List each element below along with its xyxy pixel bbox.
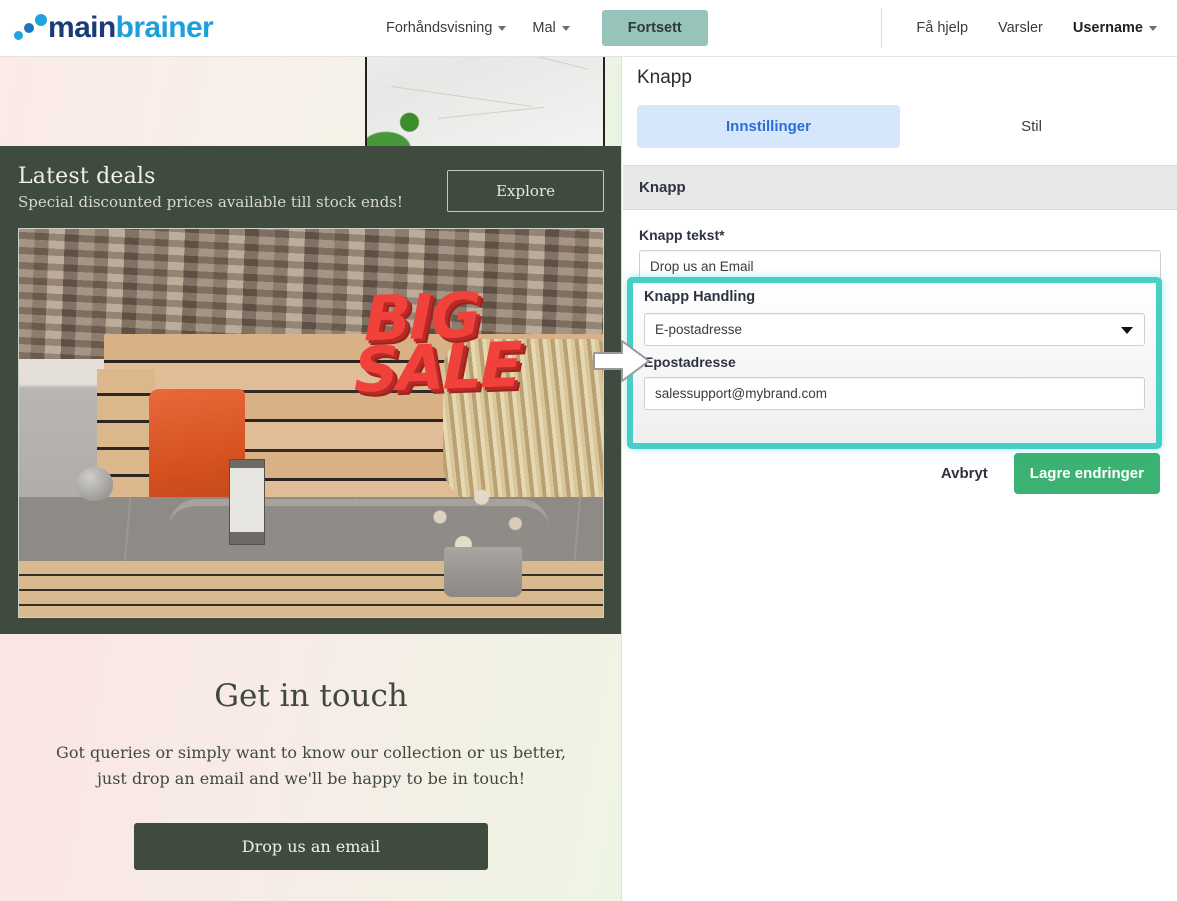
get-in-touch-paragraph-line-2: just drop an email and we'll be happy to…	[96, 768, 526, 788]
tab-innstillinger[interactable]: Innstillinger	[637, 105, 900, 148]
drop-us-an-email-button[interactable]: Drop us an email	[134, 823, 488, 871]
big-sale-line-2: SALE	[354, 327, 521, 407]
nav-divider	[881, 8, 883, 48]
nav-center-group: Forhåndsvisning Mal Fortsett	[384, 10, 708, 46]
deals-text-block: Latest deals Special discounted prices a…	[18, 164, 403, 211]
deals-subtitle: Special discounted prices available till…	[18, 193, 403, 211]
email-address-label: Epostadresse	[644, 354, 736, 370]
highlighted-button-action-group: Knapp Handling Epostadresse	[627, 277, 1162, 449]
panel-action-buttons: Avbryt Lagre endringer	[935, 453, 1160, 494]
button-settings-panel: Knapp Innstillinger Stil Knapp Knapp tek…	[623, 57, 1177, 901]
logo-wordmark: mainbrainer	[48, 11, 214, 44]
required-asterisk: *	[719, 227, 725, 243]
logo-text-main: main	[48, 11, 116, 44]
nav-item-forhandsvisning[interactable]: Forhåndsvisning	[384, 16, 508, 40]
chevron-down-icon	[498, 25, 507, 31]
email-address-input[interactable]	[644, 377, 1145, 410]
nav-item-mal-label: Mal	[532, 20, 556, 36]
get-in-touch-section: Get in touch Got queries or simply want …	[0, 634, 621, 901]
nav-item-forhandsvisning-label: Forhåndsvisning	[386, 20, 493, 36]
user-menu-label: Username	[1072, 20, 1143, 36]
latest-deals-section: Latest deals Special discounted prices a…	[0, 146, 621, 634]
mainbrainer-logo[interactable]: mainbrainer	[12, 8, 242, 48]
deals-title: Latest deals	[18, 164, 156, 189]
nav-item-get-help[interactable]: Få hjelp	[914, 16, 970, 40]
preview-hero-section	[0, 57, 621, 159]
save-changes-button[interactable]: Lagre endringer	[1013, 453, 1160, 494]
nav-item-mal[interactable]: Mal	[530, 16, 571, 40]
panel-title: Knapp	[637, 67, 692, 88]
button-text-field-group: Knapp tekst*	[639, 227, 1161, 283]
hero-image	[365, 57, 605, 159]
user-menu[interactable]: Username	[1071, 16, 1159, 40]
button-action-field-group	[644, 313, 1145, 346]
flower-pot-graphic	[444, 547, 522, 597]
chevron-down-icon	[561, 25, 570, 31]
explore-button[interactable]: Explore	[447, 170, 604, 212]
big-sale-overlay-text: BIG SALE	[354, 278, 554, 455]
nav-item-notifications[interactable]: Varsler	[996, 16, 1045, 40]
email-address-field-group: Epostadresse	[644, 354, 1145, 410]
section-header-knapp: Knapp	[623, 165, 1177, 210]
get-in-touch-paragraph-line-1: Got queries or simply want to know our c…	[56, 743, 566, 762]
kettle-graphic	[77, 467, 113, 501]
button-action-select[interactable]	[644, 313, 1145, 346]
chevron-down-icon	[1149, 25, 1157, 31]
button-text-label: Knapp tekst*	[639, 227, 1161, 243]
top-navigation-bar: mainbrainer Forhåndsvisning Mal Fortsett…	[0, 0, 1177, 57]
deals-image: BIG SALE	[18, 228, 604, 618]
knapp-handling-label: Knapp Handling	[644, 289, 756, 305]
logo-text-brainer: brainer	[115, 11, 214, 44]
get-in-touch-heading: Get in touch	[214, 678, 408, 714]
cancel-button[interactable]: Avbryt	[935, 464, 994, 483]
tab-stil[interactable]: Stil	[900, 105, 1163, 148]
nav-right-group: Få hjelp Varsler Username	[881, 8, 1159, 48]
settings-tabs: Innstillinger Stil	[637, 105, 1163, 148]
continue-button[interactable]: Fortsett	[601, 10, 708, 46]
deals-header: Latest deals Special discounted prices a…	[18, 164, 604, 212]
button-text-label-text: Knapp tekst	[639, 227, 720, 243]
three-dots-logo-icon	[12, 13, 47, 43]
email-template-preview: Latest deals Special discounted prices a…	[0, 57, 622, 901]
lantern-graphic	[229, 459, 265, 545]
